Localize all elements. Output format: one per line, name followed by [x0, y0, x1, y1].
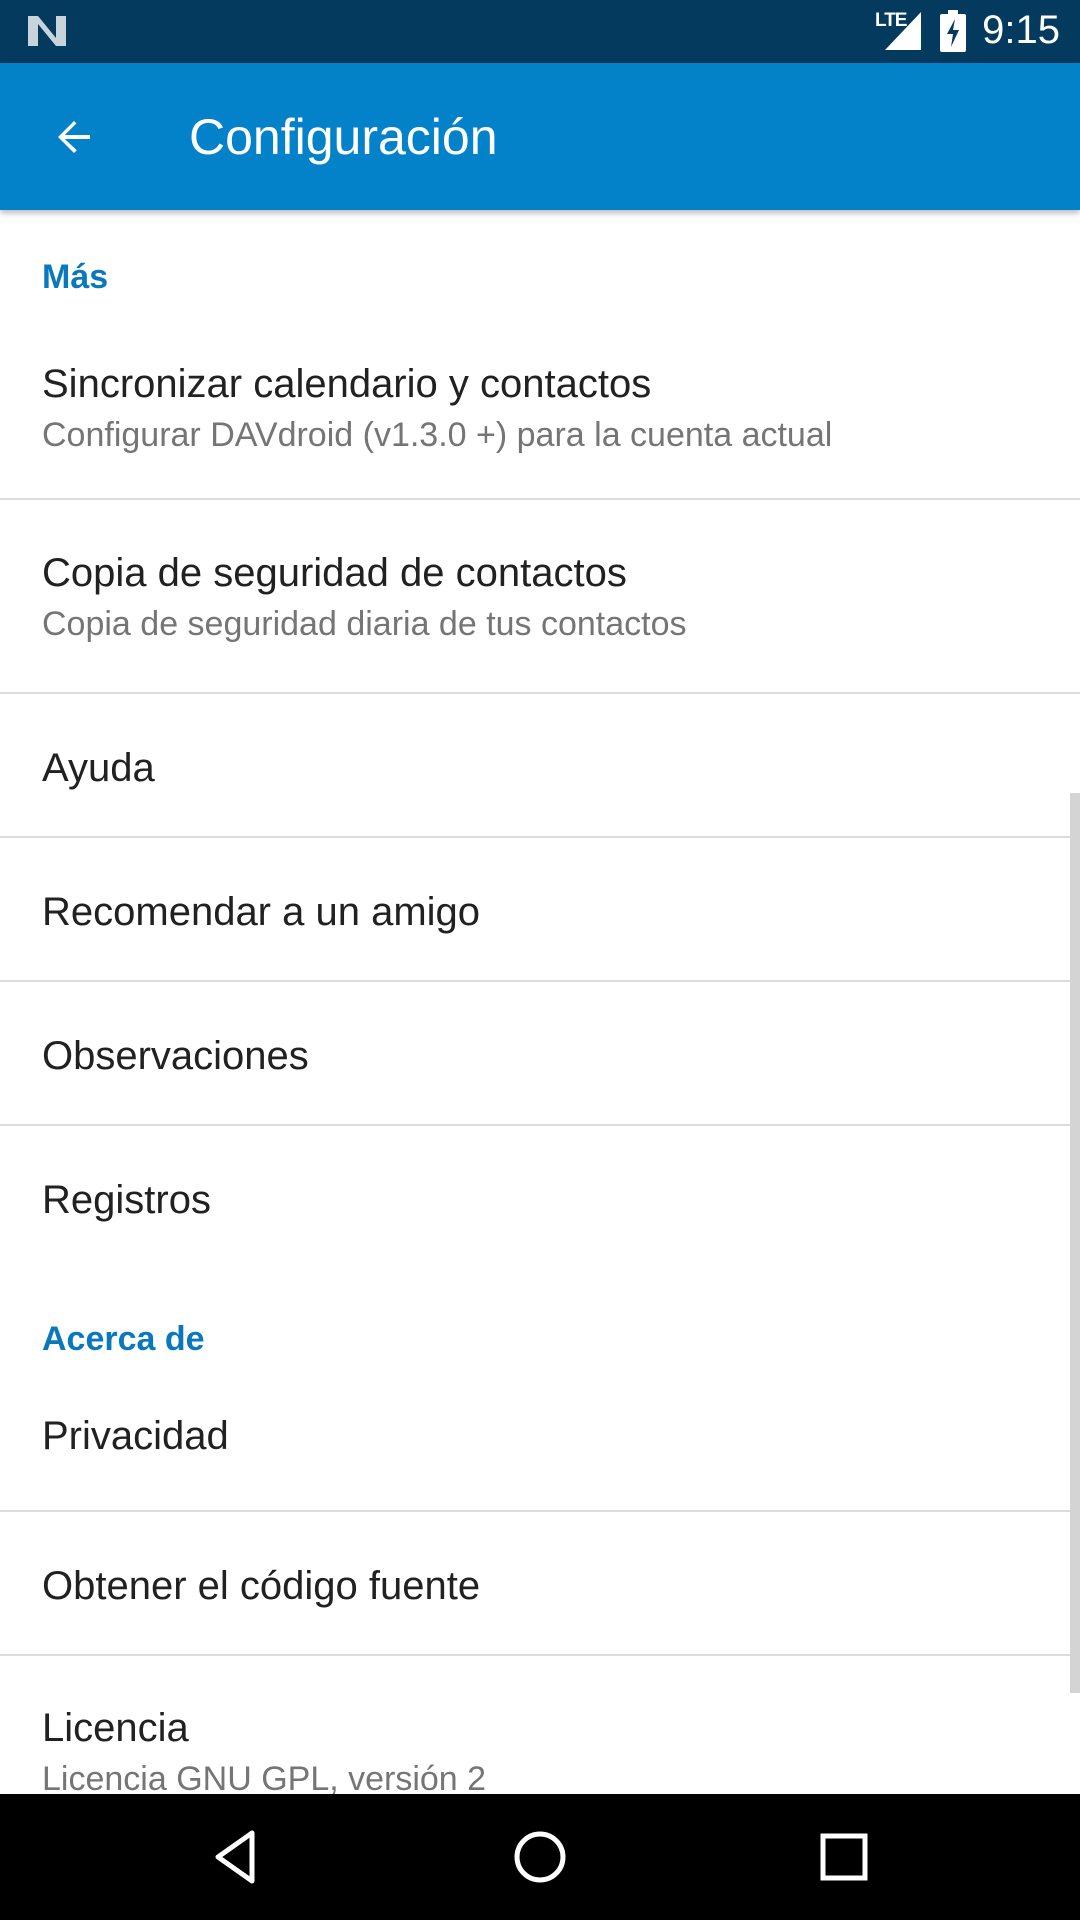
preferences-list[interactable]: Más Sincronizar calendario y contactos C…: [0, 210, 1080, 1794]
triangle-back-icon[interactable]: [198, 1819, 274, 1895]
pref-license[interactable]: Licencia Licencia GNU GPL, versión 2: [0, 1656, 1080, 1794]
pref-contacts-backup[interactable]: Copia de seguridad de contactos Copia de…: [0, 500, 1080, 692]
navigation-bar: [0, 1794, 1080, 1920]
pref-title: Recomendar a un amigo: [42, 890, 481, 934]
section-header-more: Más: [42, 258, 109, 296]
pref-recommend-friend[interactable]: Recomendar a un amigo: [0, 838, 1080, 980]
pref-title: Privacidad: [42, 1414, 229, 1458]
battery-charging-icon: [940, 10, 966, 52]
scrollbar[interactable]: [1070, 793, 1080, 1693]
circle-home-icon[interactable]: [502, 1819, 578, 1895]
pref-summary: Copia de seguridad diaria de tus contact…: [42, 605, 687, 643]
arrow-back-icon: [58, 121, 90, 153]
pref-source-code[interactable]: Obtener el código fuente: [0, 1512, 1080, 1654]
pref-sync-calendar-contacts[interactable]: Sincronizar calendario y contactos Confi…: [0, 352, 1080, 490]
pref-summary: Configurar DAVdroid (v1.3.0 +) para la c…: [42, 416, 833, 454]
n-logo-icon: [28, 16, 66, 46]
signal-icon: [885, 12, 921, 50]
pref-title: Observaciones: [42, 1034, 309, 1078]
pref-title: Registros: [42, 1178, 211, 1222]
settings-screen: LTE 9:15 Configuración Más Sincronizar c…: [0, 0, 1080, 1920]
pref-privacy[interactable]: Privacidad: [0, 1390, 1080, 1516]
pref-feedback[interactable]: Observaciones: [0, 982, 1080, 1124]
pref-title: Obtener el código fuente: [42, 1564, 481, 1608]
pref-title: Sincronizar calendario y contactos: [42, 362, 652, 406]
pref-summary: Licencia GNU GPL, versión 2: [42, 1760, 487, 1794]
clock: 9:15: [982, 8, 1060, 52]
app-bar: Configuración: [0, 63, 1080, 210]
page-title: Configuración: [189, 109, 498, 165]
section-header-about: Acerca de: [42, 1320, 205, 1358]
back-button[interactable]: [36, 99, 112, 175]
pref-title: Licencia: [42, 1706, 189, 1750]
status-bar: LTE 9:15: [0, 0, 1080, 63]
square-recents-icon[interactable]: [806, 1819, 882, 1895]
pref-logs[interactable]: Registros: [0, 1126, 1080, 1268]
pref-title: Ayuda: [42, 746, 155, 790]
pref-help[interactable]: Ayuda: [0, 694, 1080, 836]
pref-title: Copia de seguridad de contactos: [42, 551, 627, 595]
